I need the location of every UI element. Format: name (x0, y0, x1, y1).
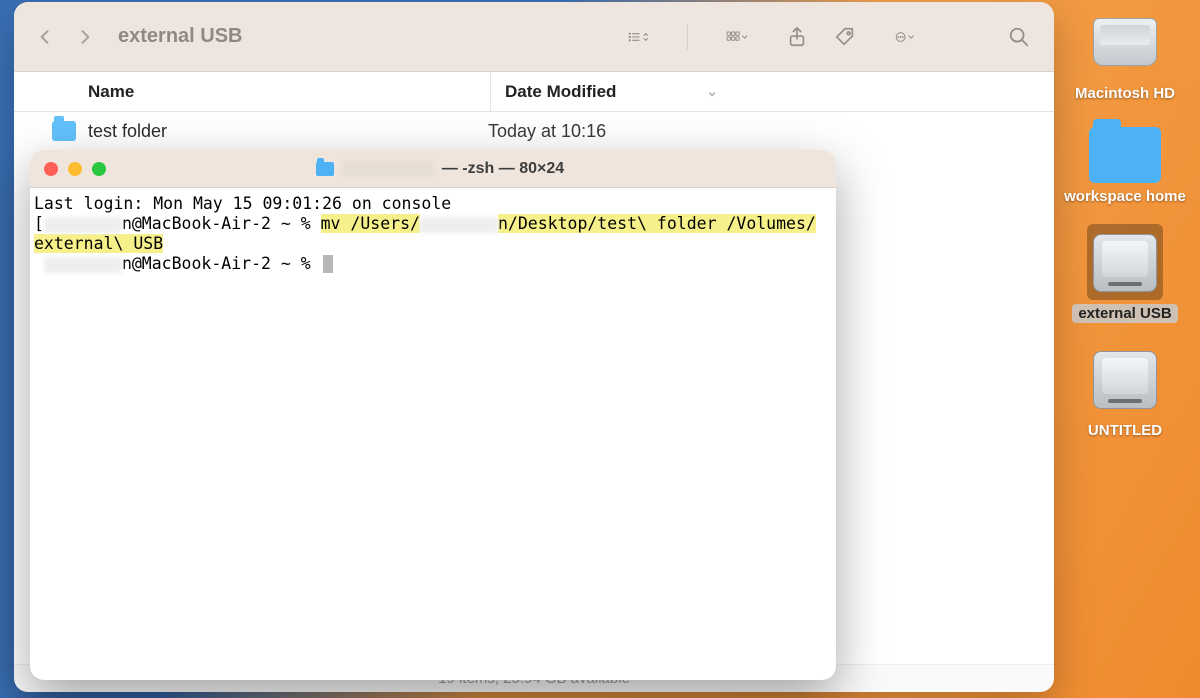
finder-column-header: Name Date Modified ⌄ (14, 72, 1054, 112)
forward-button[interactable] (72, 24, 98, 50)
share-button[interactable] (780, 22, 814, 52)
desktop-icons: Macintosh HD workspace home external USB… (1050, 0, 1200, 698)
redacted-text (44, 257, 122, 273)
internal-drive-icon (1093, 18, 1157, 66)
terminal-line: Last login: Mon May 15 09:01:26 on conso… (34, 194, 451, 213)
terminal-title-text: — -zsh — 80×24 (442, 160, 564, 178)
column-header-name[interactable]: Name (14, 82, 490, 102)
highlighted-command: external\ USB (34, 234, 163, 253)
desktop-folder-workspace-home[interactable]: workspace home (1058, 121, 1192, 206)
highlighted-command: n/Desktop/test\ folder /Volumes/ (498, 214, 816, 233)
view-list-button[interactable] (609, 22, 667, 52)
desktop-volume-macintosh-hd[interactable]: Macintosh HD (1069, 4, 1181, 103)
terminal-cursor (323, 255, 333, 273)
action-menu-button[interactable] (876, 22, 934, 52)
desktop-label: UNTITLED (1082, 421, 1168, 440)
redacted-text (420, 217, 498, 233)
window-minimize-button[interactable] (68, 162, 82, 176)
toolbar-divider (687, 24, 688, 50)
finder-title: external USB (118, 25, 243, 48)
window-close-button[interactable] (44, 162, 58, 176)
folder-icon (1089, 127, 1161, 183)
desktop-label: Macintosh HD (1069, 84, 1181, 103)
terminal-prompt: n@MacBook-Air-2 ~ % (122, 214, 321, 233)
desktop-volume-untitled[interactable]: UNTITLED (1082, 341, 1168, 440)
terminal-window: — -zsh — 80×24 Last login: Mon May 15 09… (30, 150, 836, 680)
finder-toolbar: external USB (14, 2, 1054, 72)
terminal-body[interactable]: Last login: Mon May 15 09:01:26 on conso… (30, 188, 836, 680)
highlighted-command: mv /Users/ (321, 214, 420, 233)
column-header-date-label: Date Modified (505, 82, 616, 102)
desktop-label: workspace home (1058, 187, 1192, 206)
terminal-title: — -zsh — 80×24 (116, 160, 764, 178)
window-zoom-button[interactable] (92, 162, 106, 176)
file-date: Today at 10:16 (488, 121, 606, 142)
file-name: test folder (88, 121, 488, 142)
folder-icon (316, 162, 334, 176)
back-button[interactable] (32, 24, 58, 50)
sort-indicator-icon: ⌄ (706, 83, 718, 100)
tags-button[interactable] (828, 22, 862, 52)
redacted-text (342, 161, 434, 177)
group-button[interactable] (708, 22, 766, 52)
terminal-titlebar: — -zsh — 80×24 (30, 150, 836, 188)
terminal-prompt: n@MacBook-Air-2 ~ % (122, 254, 321, 273)
search-button[interactable] (1002, 22, 1036, 52)
file-row[interactable]: test folder Today at 10:16 (14, 112, 1054, 150)
desktop-volume-external-usb[interactable]: external USB (1072, 224, 1177, 323)
external-drive-icon (1093, 351, 1157, 409)
column-header-date[interactable]: Date Modified ⌄ (490, 72, 730, 111)
folder-icon (52, 121, 76, 141)
redacted-text (44, 217, 122, 233)
desktop-label: external USB (1072, 304, 1177, 323)
external-drive-icon (1093, 234, 1157, 292)
